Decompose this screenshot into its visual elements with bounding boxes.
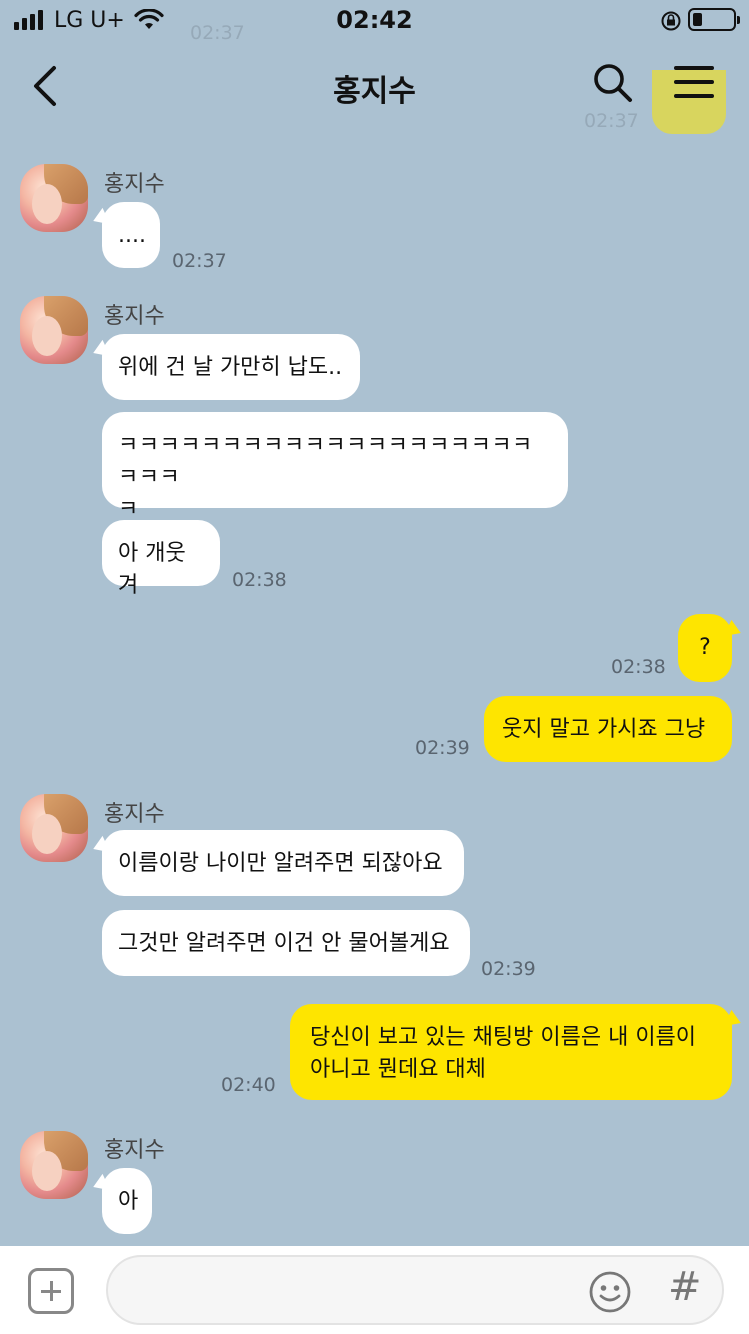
avatar[interactable] — [20, 164, 88, 232]
orientation-lock-icon — [661, 11, 681, 31]
incoming-message-bubble[interactable]: 아 — [102, 1168, 152, 1234]
status-bar: LG U+ 02:42 — [0, 0, 749, 40]
incoming-message-bubble[interactable]: 아 개웃겨 — [102, 520, 220, 598]
message-timestamp: 02:38 — [611, 656, 666, 678]
incoming-message-bubble[interactable]: 그것만 알려주면 이건 안 물어볼게요 — [102, 910, 470, 976]
search-icon[interactable] — [592, 62, 634, 104]
message-timestamp: 02:39 — [415, 737, 470, 759]
message-timestamp: 02:37 — [172, 250, 227, 272]
message-timestamp: 02:39 — [481, 958, 536, 980]
incoming-message-bubble[interactable]: 이름이랑 나이만 알려주면 되잖아요 — [102, 830, 464, 896]
hash-icon[interactable]: # — [668, 1264, 702, 1310]
battery-icon — [688, 8, 740, 31]
sender-name: 홍지수 — [104, 1138, 165, 1163]
chat-header: 홍지수 — [0, 44, 749, 128]
avatar[interactable] — [20, 794, 88, 862]
message-timestamp: 02:38 — [232, 569, 287, 591]
chat-screen: LG U+ 02:42 02:37 02:37 홍지수 홍지수 .... 02:… — [0, 0, 749, 1334]
outgoing-message-bubble[interactable]: 웃지 말고 가시죠 그냥 — [484, 696, 732, 762]
message-input-bar: # — [0, 1246, 749, 1334]
ghost-timestamp: 02:37 — [190, 22, 245, 44]
emoji-icon[interactable] — [588, 1270, 632, 1314]
incoming-message-bubble[interactable]: 위에 건 날 가만히 납도.. — [102, 334, 360, 400]
message-timestamp: 02:40 — [221, 1074, 276, 1096]
incoming-message-bubble[interactable]: .... — [102, 202, 160, 268]
menu-icon[interactable] — [670, 64, 716, 100]
status-clock: 02:42 — [336, 6, 413, 34]
incoming-message-bubble[interactable]: ㅋㅋㅋㅋㅋㅋㅋㅋㅋㅋㅋㅋㅋㅋㅋㅋㅋㅋㅋㅋㅋㅋㅋ ㅋ — [102, 412, 568, 522]
sender-name: 홍지수 — [104, 304, 165, 329]
sender-name: 홍지수 — [104, 802, 165, 827]
avatar[interactable] — [20, 296, 88, 364]
outgoing-message-bubble[interactable]: ? — [678, 614, 732, 682]
chat-title: 홍지수 — [333, 74, 416, 109]
avatar[interactable] — [20, 1131, 88, 1199]
plus-icon[interactable] — [28, 1268, 74, 1314]
sender-name: 홍지수 — [104, 172, 165, 197]
outgoing-message-bubble[interactable]: 당신이 보고 있는 채팅방 이름은 내 이름이 아니고 뭔데요 대체 — [290, 1004, 732, 1100]
